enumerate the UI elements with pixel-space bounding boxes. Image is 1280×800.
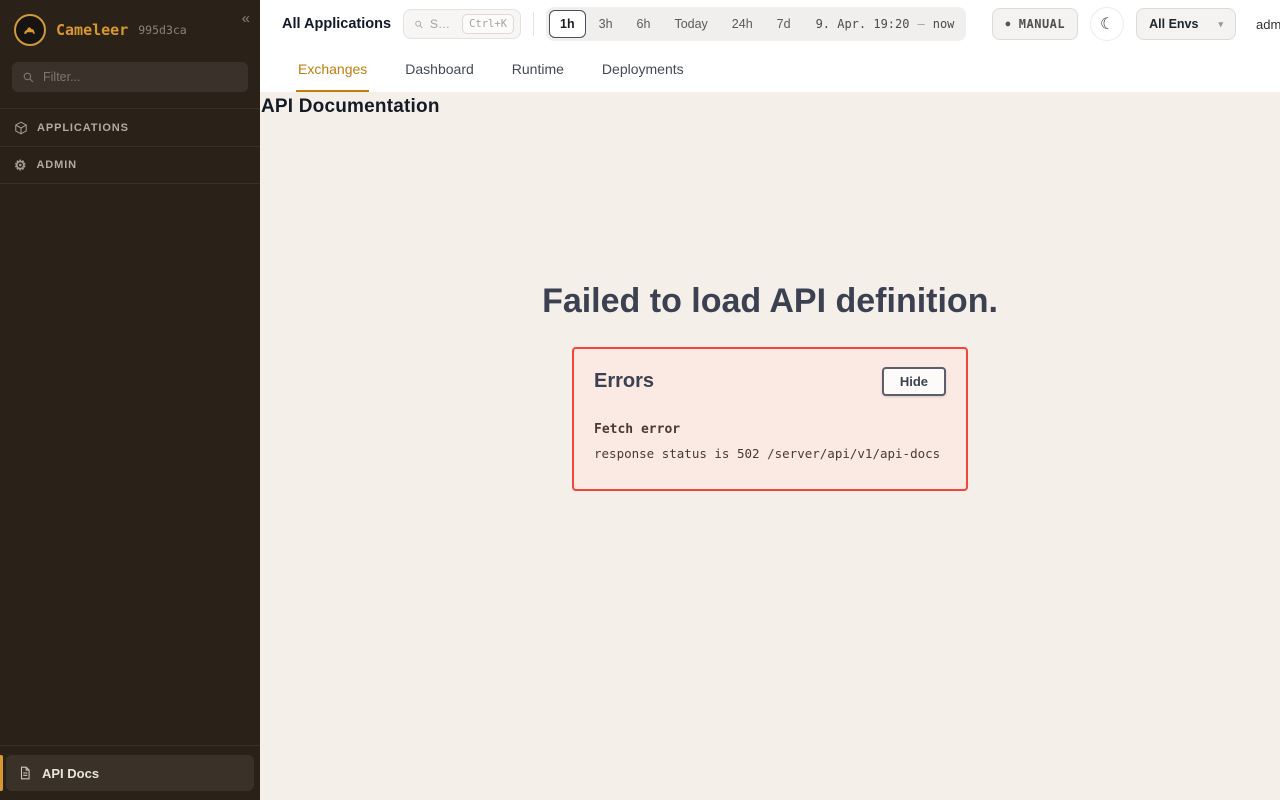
time-range-picker: 1h 3h 6h Today 24h 7d 9. Apr. 19:20 — no… <box>546 7 966 41</box>
time-range-24h[interactable]: 24h <box>721 10 764 38</box>
time-separator: — <box>917 17 924 31</box>
page-context-title: All Applications <box>282 16 391 32</box>
tab-dashboard[interactable]: Dashboard <box>403 61 476 92</box>
errors-panel: Errors Hide Fetch error response status … <box>572 347 968 491</box>
errors-panel-header: Errors Hide <box>594 367 946 396</box>
cameleer-logo-icon <box>14 14 46 46</box>
active-item-indicator <box>0 755 3 791</box>
sidebar-item-label: ADMIN <box>36 159 77 171</box>
sidebar-footer: API Docs <box>0 745 260 800</box>
sidebar-item-applications[interactable]: APPLICATIONS <box>0 108 260 146</box>
main-column: All Applications Ctrl+K 1h 3h 6h Today 2… <box>260 0 1280 800</box>
time-range-today[interactable]: Today <box>663 10 718 38</box>
time-to: now <box>933 17 955 31</box>
time-range-7d[interactable]: 7d <box>766 10 802 38</box>
sidebar-item-api-docs[interactable]: API Docs <box>6 755 254 791</box>
tab-runtime[interactable]: Runtime <box>510 61 566 92</box>
search-icon <box>22 71 35 84</box>
main-content: API Documentation Failed to load API def… <box>260 92 1280 800</box>
time-range-6h[interactable]: 6h <box>626 10 662 38</box>
chevron-down-icon: ▾ <box>1218 19 1223 30</box>
tabs-bar: Exchanges Dashboard Runtime Deployments <box>260 48 1280 92</box>
env-selected-value: All Envs <box>1149 17 1198 31</box>
camel-icon <box>21 21 39 39</box>
sidebar-collapse-icon[interactable]: « <box>242 10 250 27</box>
page-title: API Documentation <box>261 96 1280 118</box>
document-icon <box>18 766 32 780</box>
swagger-error-heading: Failed to load API definition. <box>260 282 1280 321</box>
user-menu[interactable]: admin <box>1256 17 1280 32</box>
top-bar: All Applications Ctrl+K 1h 3h 6h Today 2… <box>260 0 1280 48</box>
gear-icon: ⚙ <box>14 158 27 172</box>
manual-label: MANUAL <box>1019 17 1065 31</box>
time-range-display[interactable]: 9. Apr. 19:20 — now <box>816 17 955 31</box>
dark-mode-toggle[interactable]: ☾ <box>1090 7 1124 41</box>
manual-refresh-button[interactable]: ● MANUAL <box>992 8 1078 40</box>
sidebar: Cameleer 995d3ca « APPLICATIONS ⚙ ADMIN <box>0 0 260 800</box>
sidebar-item-label: APPLICATIONS <box>37 122 129 134</box>
build-hash: 995d3ca <box>138 23 186 37</box>
time-from: 9. Apr. 19:20 <box>816 17 910 31</box>
search-icon <box>414 18 424 31</box>
error-name: Fetch error <box>594 422 946 437</box>
error-message: response status is 502 /server/api/v1/ap… <box>594 446 946 461</box>
time-range-1h[interactable]: 1h <box>549 10 586 38</box>
moon-icon: ☾ <box>1100 14 1114 34</box>
errors-panel-title: Errors <box>594 370 654 393</box>
divider <box>533 12 534 36</box>
tab-exchanges[interactable]: Exchanges <box>296 61 369 92</box>
time-range-3h[interactable]: 3h <box>588 10 624 38</box>
search-input[interactable] <box>430 17 456 31</box>
sidebar-filter[interactable] <box>12 62 248 92</box>
tab-deployments[interactable]: Deployments <box>600 61 686 92</box>
sidebar-item-label: API Docs <box>42 766 99 781</box>
environment-select[interactable]: All Envs ▾ <box>1136 8 1236 40</box>
package-icon <box>14 121 28 135</box>
status-dot-icon: ● <box>1005 20 1010 28</box>
sidebar-item-admin[interactable]: ⚙ ADMIN <box>0 146 260 184</box>
filter-input[interactable] <box>43 70 238 84</box>
app-root: Cameleer 995d3ca « APPLICATIONS ⚙ ADMIN <box>0 0 1280 800</box>
logo-text: Cameleer <box>56 21 128 39</box>
hide-errors-button[interactable]: Hide <box>882 367 946 396</box>
keyboard-shortcut-badge: Ctrl+K <box>462 14 514 34</box>
global-search[interactable]: Ctrl+K <box>403 9 521 39</box>
sidebar-header: Cameleer 995d3ca « <box>0 0 260 58</box>
